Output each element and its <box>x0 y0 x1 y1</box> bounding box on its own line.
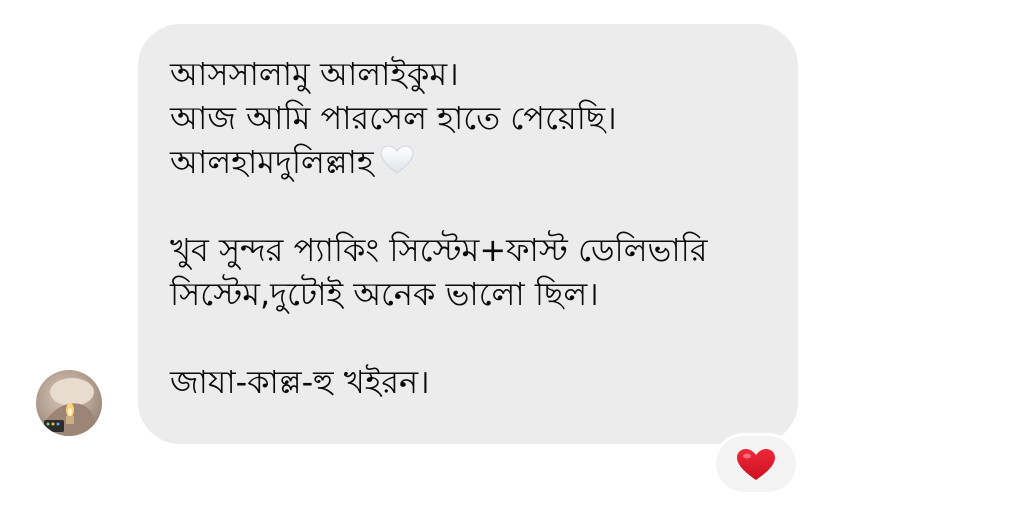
message-line: আসসালামু আলাইকুম। <box>170 55 459 93</box>
message-line: আজ আমি পারসেল হাতে পেয়েছি। <box>170 99 617 137</box>
avatar[interactable] <box>36 370 102 436</box>
message-line: জাযা-কাল্ল-হু খইরন। <box>170 363 430 401</box>
message-bubble[interactable]: আসসালামু আলাইকুম। আজ আমি পারসেল হাতে পেয… <box>138 24 798 444</box>
reaction-badge[interactable] <box>716 436 796 492</box>
white-heart-icon <box>380 142 414 186</box>
red-heart-icon <box>737 449 775 480</box>
avatar-photo <box>42 378 96 436</box>
chat-view: আসসালামু আলাইকুম। আজ আমি পারসেল হাতে পেয… <box>0 0 1024 521</box>
message-line: সিস্টেম,দুটোই অনেক ভালো ছিল। <box>170 275 599 313</box>
message-text: আসসালামু আলাইকুম। আজ আমি পারসেল হাতে পেয… <box>170 52 778 404</box>
message-line-with-emoji: আলহামদুলিল্লাহ <box>170 140 778 184</box>
message-line: খুব সুন্দর প্যাকিং সিস্টেম+ফাস্ট ডেলিভার… <box>170 231 708 269</box>
message-line-text: আলহামদুলিল্লাহ <box>170 143 374 181</box>
